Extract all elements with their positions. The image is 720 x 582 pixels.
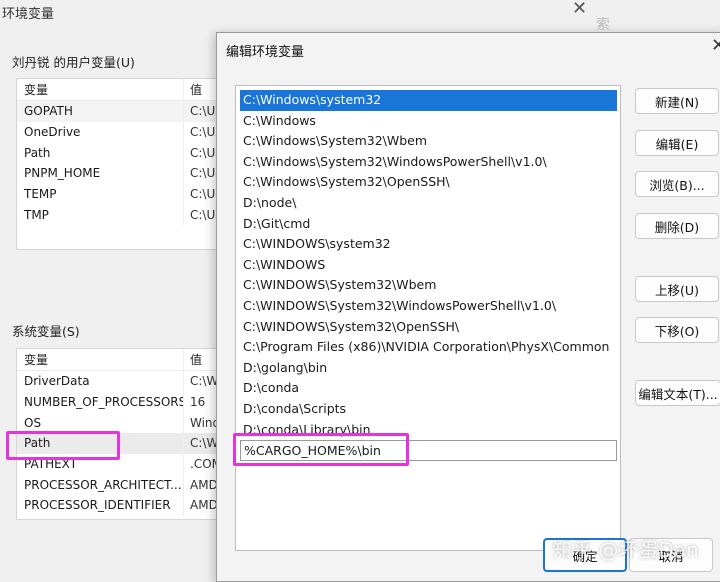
variable-value: AMD: [183, 474, 218, 496]
table-row[interactable]: TMP C:\Us: [17, 204, 225, 226]
table-row[interactable]: GOPATH C:\Us: [17, 101, 225, 122]
column-header-value[interactable]: 值: [183, 79, 202, 100]
path-list-item[interactable]: C:\Windows\System32\Wbem: [240, 131, 617, 152]
variable-name: DriverData: [24, 374, 90, 389]
path-list-item[interactable]: D:\conda: [240, 378, 617, 399]
variable-value: C:\W: [183, 433, 218, 454]
table-header: 变量 值: [17, 79, 225, 101]
table-row[interactable]: PROCESSOR_IDENTIFIER AMD: [17, 495, 225, 516]
watermark: 知乎 @坏蛋Dan: [552, 538, 699, 562]
table-header: 变量 值: [17, 349, 225, 371]
close-icon[interactable]: ✕: [572, 0, 587, 19]
path-list-item[interactable]: C:\WINDOWS\system32: [240, 234, 617, 255]
path-list-item[interactable]: C:\WINDOWS\System32\WindowsPowerShell\v1…: [240, 296, 617, 317]
dialog-title: 编辑环境变量: [226, 45, 305, 60]
variable-name: TEMP: [24, 187, 57, 202]
edit-button[interactable]: 编辑(E): [635, 130, 719, 156]
cargo-path-highlight: [233, 433, 409, 466]
system-variables-label: 系统变量(S): [12, 324, 80, 339]
path-list-item[interactable]: C:\Windows\System32\OpenSSH\: [240, 172, 617, 193]
path-list-item[interactable]: C:\Windows\System32\WindowsPowerShell\v1…: [240, 152, 617, 173]
window-title: 环境变量: [2, 7, 55, 22]
variable-value: Wind: [183, 412, 220, 434]
table-row[interactable]: OneDrive C:\Us: [17, 121, 225, 143]
table-row[interactable]: Path C:\Us: [17, 142, 225, 164]
table-row[interactable]: TEMP C:\Us: [17, 183, 225, 205]
path-list-item[interactable]: C:\Program Files (x86)\NVIDIA Corporatio…: [240, 337, 617, 358]
variable-name: PROCESSOR_ARCHITECT...: [24, 477, 182, 492]
table-row[interactable]: PNPM_HOME C:\Us: [17, 163, 225, 184]
variable-name: Path: [24, 145, 51, 160]
path-list-item[interactable]: C:\WINDOWS\System32\Wbem: [240, 275, 617, 296]
variable-name: PNPM_HOME: [24, 166, 101, 181]
close-icon[interactable]: ✕: [711, 35, 720, 56]
variable-name: GOPATH: [24, 104, 73, 119]
variable-value: AMD: [183, 495, 218, 516]
column-header-variable[interactable]: 变量: [17, 81, 183, 98]
edit-environment-variable-dialog: 编辑环境变量 ✕ C:\Windows\system32 C:\Windows C:…: [216, 32, 720, 582]
path-list[interactable]: C:\Windows\system32 C:\Windows C:\Windows\…: [235, 85, 621, 551]
variable-name: OS: [24, 415, 42, 430]
variable-name: TMP: [24, 207, 49, 222]
table-row[interactable]: DriverData C:\W: [17, 371, 225, 392]
browse-button[interactable]: 浏览(B)...: [635, 171, 719, 197]
variable-value: C:\W: [183, 371, 218, 392]
variable-name: OneDrive: [24, 125, 81, 140]
path-list-item[interactable]: C:\Windows: [240, 111, 617, 132]
move-up-button[interactable]: 上移(U): [635, 276, 719, 302]
variable-value: 16: [183, 391, 205, 413]
path-list-item[interactable]: D:\node\: [240, 193, 617, 214]
path-list-item[interactable]: C:\WINDOWS: [240, 255, 617, 276]
new-button[interactable]: 新建(N): [635, 88, 719, 114]
path-list-item[interactable]: D:\golang\bin: [240, 358, 617, 379]
path-list-item[interactable]: D:\Git\cmd: [240, 214, 617, 235]
column-header-variable[interactable]: 变量: [17, 351, 183, 368]
path-list-item[interactable]: C:\Windows\system32: [240, 90, 617, 111]
search-hint: 索: [596, 17, 610, 33]
path-list-item[interactable]: C:\WINDOWS\System32\OpenSSH\: [240, 317, 617, 338]
user-variables-table[interactable]: 变量 值 GOPATH C:\Us OneDrive C:\Us Path C:\Us PN…: [16, 78, 226, 250]
table-row[interactable]: PROCESSOR_ARCHITECT... AMD: [17, 474, 225, 496]
column-header-value[interactable]: 值: [183, 349, 202, 370]
variable-name: NUMBER_OF_PROCESSORS: [24, 395, 183, 410]
move-down-button[interactable]: 下移(O): [635, 317, 719, 343]
table-row[interactable]: OS Wind: [17, 412, 225, 434]
variable-name: PROCESSOR_IDENTIFIER: [24, 498, 171, 513]
user-variables-label: 刘丹锐 的用户变量(U): [12, 55, 135, 70]
path-list-item[interactable]: D:\conda\Scripts: [240, 399, 617, 420]
table-row[interactable]: NUMBER_OF_PROCESSORS 16: [17, 391, 225, 413]
edit-text-button[interactable]: 编辑文本(T)...: [635, 380, 720, 406]
delete-button[interactable]: 删除(D): [635, 213, 719, 239]
path-row-highlight: [6, 431, 120, 460]
